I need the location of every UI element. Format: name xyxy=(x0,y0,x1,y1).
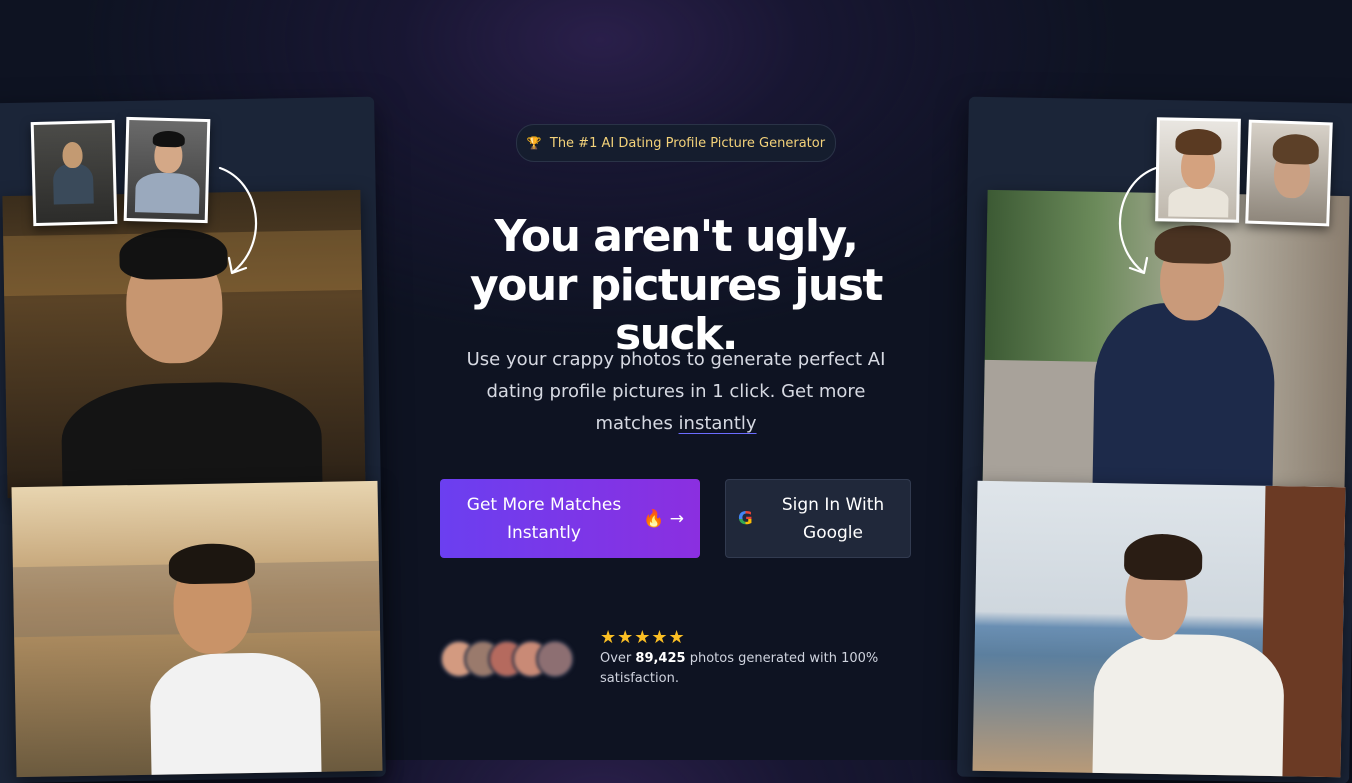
social-proof-prefix: Over xyxy=(600,651,636,666)
right-showcase xyxy=(955,0,1352,783)
left-input-thumbnail-1 xyxy=(30,119,118,227)
hero-section: 🏆 The #1 AI Dating Profile Picture Gener… xyxy=(400,0,952,760)
social-proof: ★★★★★ Over 89,425 photos generated with … xyxy=(600,627,900,689)
page-title: You aren't ugly, your pictures just suck… xyxy=(470,211,883,360)
trophy-icon: 🏆 xyxy=(526,136,542,150)
get-more-matches-label: Get More Matches Instantly xyxy=(466,494,622,543)
avatar xyxy=(536,640,574,678)
user-avatars xyxy=(440,640,580,678)
social-proof-text: Over 89,425 photos generated with 100% s… xyxy=(600,649,900,689)
right-input-thumbnail-2 xyxy=(1245,119,1333,227)
left-input-thumbnail-2 xyxy=(123,116,211,224)
google-sign-in-label: Sign In With Google xyxy=(781,494,885,543)
left-after-photo-2 xyxy=(11,480,383,778)
hero-subtext-main: Use your crappy photos to generate perfe… xyxy=(466,349,886,434)
right-after-photo-2 xyxy=(972,480,1346,778)
top-badge: 🏆 The #1 AI Dating Profile Picture Gener… xyxy=(516,124,836,162)
curved-arrow-icon xyxy=(1119,166,1158,275)
google-icon: G xyxy=(738,505,753,533)
badge-text: The #1 AI Dating Profile Picture Generat… xyxy=(549,135,826,151)
left-after-photo-1 xyxy=(2,189,366,499)
photos-count: 89,425 xyxy=(635,651,686,666)
right-input-thumbnail-1 xyxy=(1155,117,1241,223)
fire-arrow-icon: 🔥 → xyxy=(643,508,684,529)
google-sign-in-button[interactable]: G Sign In With Google xyxy=(725,479,911,558)
left-showcase xyxy=(0,0,400,783)
curved-arrow-icon xyxy=(218,166,257,275)
star-rating-icon: ★★★★★ xyxy=(600,627,686,648)
hero-subtext-emphasis: instantly xyxy=(678,413,757,434)
get-more-matches-button[interactable]: Get More Matches Instantly 🔥 → xyxy=(440,479,700,558)
right-after-photo-1 xyxy=(982,189,1350,499)
hero-subtext: Use your crappy photos to generate perfe… xyxy=(466,344,886,440)
